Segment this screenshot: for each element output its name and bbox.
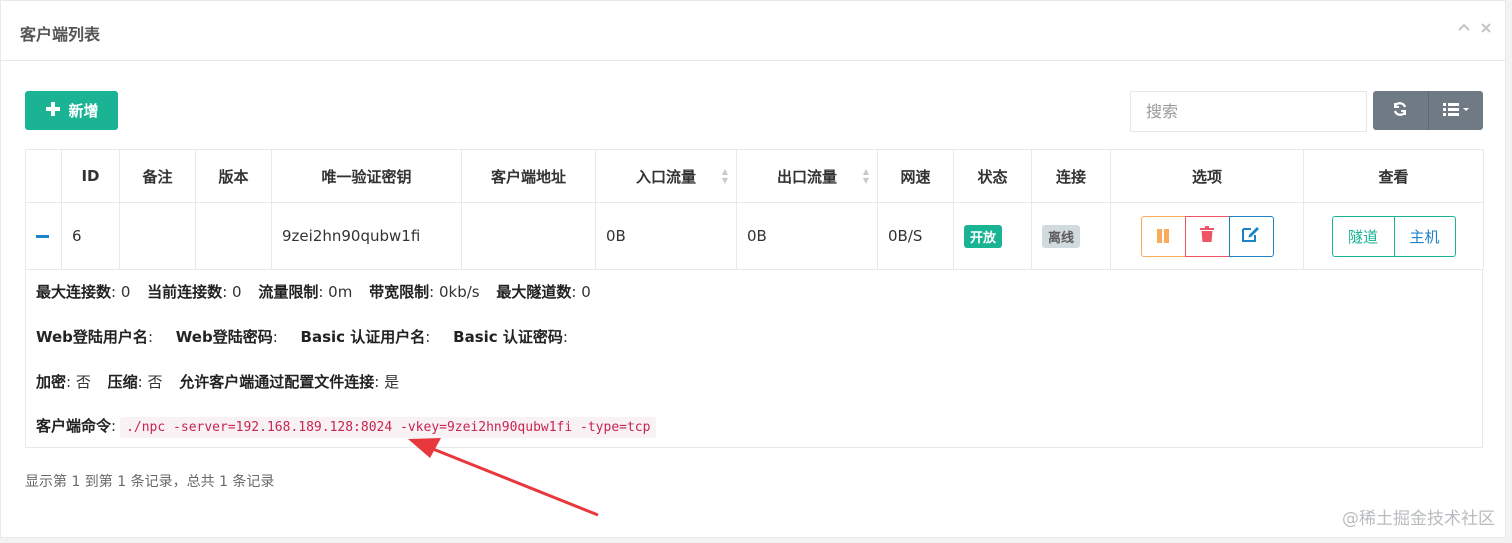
- header-inlet-flow-label: 入口流量: [635, 167, 696, 186]
- rate-limit-value: : 0kb/s: [429, 283, 480, 301]
- flow-limit-value: : 0m: [318, 283, 353, 301]
- header-expand: [25, 149, 62, 203]
- connect-badge: 离线: [1042, 224, 1081, 248]
- basic-user-label: Basic 认证用户名: [300, 328, 426, 346]
- compress-value: : 否: [137, 373, 163, 391]
- add-client-button[interactable]: 新增: [25, 91, 118, 130]
- edit-button[interactable]: [1228, 215, 1274, 257]
- pause-button[interactable]: [1140, 215, 1186, 257]
- client-detail-panel: 最大连接数: 0 当前连接数: 0 流量限制: 0m 带宽限制: 0kb/s 最…: [25, 269, 1483, 448]
- collapse-row-button[interactable]: [25, 202, 62, 270]
- web-pass-value: :: [272, 328, 278, 346]
- config-conn-value: : 是: [374, 373, 400, 391]
- header-connect: 连接: [1031, 149, 1111, 203]
- auth-line: Web登陆用户名: Web登陆密码: Basic 认证用户名: Basic 认证…: [36, 326, 568, 347]
- cell-options: [1110, 202, 1304, 270]
- rate-limit-label: 带宽限制: [369, 283, 430, 301]
- compress-label: 压缩: [107, 373, 138, 391]
- max-tunnel-value: : 0: [571, 283, 591, 301]
- header-version: 版本: [195, 149, 272, 203]
- web-pass-label: Web登陆密码: [175, 328, 273, 346]
- add-client-label: 新增: [68, 102, 99, 120]
- header-id: ID: [61, 149, 120, 203]
- command-line: 客户端命令: ./npc -server=192.168.189.128:8024…: [36, 415, 657, 438]
- max-conn-value: : 0: [111, 283, 131, 301]
- header-status: 状态: [953, 149, 1032, 203]
- web-user-value: :: [147, 328, 153, 346]
- header-options: 选项: [1110, 149, 1304, 203]
- cmd-colon: :: [111, 417, 117, 435]
- cell-view: 隧道 主机: [1303, 202, 1484, 270]
- plus-icon: [44, 100, 62, 122]
- list-icon: [1442, 101, 1469, 120]
- header-export-flow[interactable]: 出口流量 ▲ ▼: [736, 149, 878, 203]
- basic-pass-label: Basic 认证密码: [453, 328, 563, 346]
- search-input[interactable]: [1130, 91, 1367, 132]
- refresh-icon: [1392, 101, 1408, 121]
- status-badge: 开放: [964, 224, 1003, 248]
- basic-user-value: :: [425, 328, 431, 346]
- cell-version: [195, 202, 272, 270]
- watermark: @稀土掘金技术社区: [1342, 509, 1495, 529]
- tunnel-button[interactable]: 隧道: [1331, 215, 1395, 257]
- now-conn-label: 当前连接数: [147, 283, 223, 301]
- columns-toggle-button[interactable]: [1429, 91, 1484, 130]
- refresh-button[interactable]: [1373, 91, 1429, 130]
- cell-vkey: 9zei2hn90qubw1fi: [271, 202, 462, 270]
- close-icon[interactable]: [1479, 21, 1493, 39]
- minus-icon: [36, 235, 49, 238]
- table-toolbar-buttons: [1373, 91, 1483, 130]
- view-button-group: 隧道 主机: [1314, 215, 1473, 257]
- header-export-flow-label: 出口流量: [776, 167, 837, 186]
- cell-connect: 离线: [1031, 202, 1111, 270]
- cell-remark: [119, 202, 196, 270]
- panel-header: 客户端列表: [1, 1, 1505, 61]
- max-tunnel-label: 最大隧道数: [496, 283, 572, 301]
- config-conn-label: 允许客户端通过配置文件连接: [179, 373, 375, 391]
- cell-inlet-flow: 0B: [595, 202, 737, 270]
- trash-icon: [1200, 226, 1214, 246]
- cell-address: [461, 202, 596, 270]
- basic-pass-value: :: [562, 328, 568, 346]
- header-vkey: 唯一验证密钥: [271, 149, 462, 203]
- header-address: 客户端地址: [461, 149, 596, 203]
- max-conn-label: 最大连接数: [36, 283, 112, 301]
- limits-line: 最大连接数: 0 当前连接数: 0 流量限制: 0m 带宽限制: 0kb/s 最…: [36, 281, 591, 302]
- client-command[interactable]: ./npc -server=192.168.189.128:8024 -vkey…: [120, 417, 657, 438]
- header-view: 查看: [1303, 149, 1484, 203]
- client-table: ID 备注 版本 唯一验证密钥 客户端地址 入口流量 ▲ ▼ 出口流量 ▲ ▼ 网速…: [25, 149, 1484, 270]
- cell-rate: 0B/S: [877, 202, 954, 270]
- crypt-label: 加密: [36, 373, 67, 391]
- panel-title: 客户端列表: [20, 25, 101, 44]
- flow-limit-label: 流量限制: [258, 283, 319, 301]
- cell-status: 开放: [953, 202, 1032, 270]
- table-row: 6 9zei2hn90qubw1fi 0B 0B 0B/S 开放 离线 隧道 主…: [25, 202, 1484, 270]
- sort-icon: ▲ ▼: [862, 167, 869, 185]
- host-button[interactable]: 主机: [1393, 215, 1456, 257]
- pause-icon: [1156, 229, 1170, 243]
- delete-button[interactable]: [1184, 215, 1230, 257]
- edit-icon: [1242, 226, 1260, 246]
- header-rate: 网速: [877, 149, 954, 203]
- chevron-up-icon[interactable]: [1457, 21, 1471, 39]
- header-inlet-flow[interactable]: 入口流量 ▲ ▼: [595, 149, 737, 203]
- sort-icon: ▲ ▼: [721, 167, 728, 185]
- panel-tools: [1457, 21, 1493, 39]
- header-remark: 备注: [119, 149, 196, 203]
- options-button-group: [1121, 215, 1293, 257]
- table-header-row: ID 备注 版本 唯一验证密钥 客户端地址 入口流量 ▲ ▼ 出口流量 ▲ ▼ 网速…: [25, 149, 1484, 203]
- crypt-value: : 否: [66, 373, 91, 391]
- pagination-info: 显示第 1 到第 1 条记录，总共 1 条记录: [25, 474, 275, 490]
- cell-id: 6: [61, 202, 120, 270]
- cmd-label: 客户端命令: [36, 417, 112, 435]
- options-line: 加密: 否 压缩: 否 允许客户端通过配置文件连接: 是: [36, 371, 399, 392]
- web-user-label: Web登陆用户名: [36, 328, 148, 346]
- now-conn-value: : 0: [222, 283, 242, 301]
- cell-export-flow: 0B: [736, 202, 878, 270]
